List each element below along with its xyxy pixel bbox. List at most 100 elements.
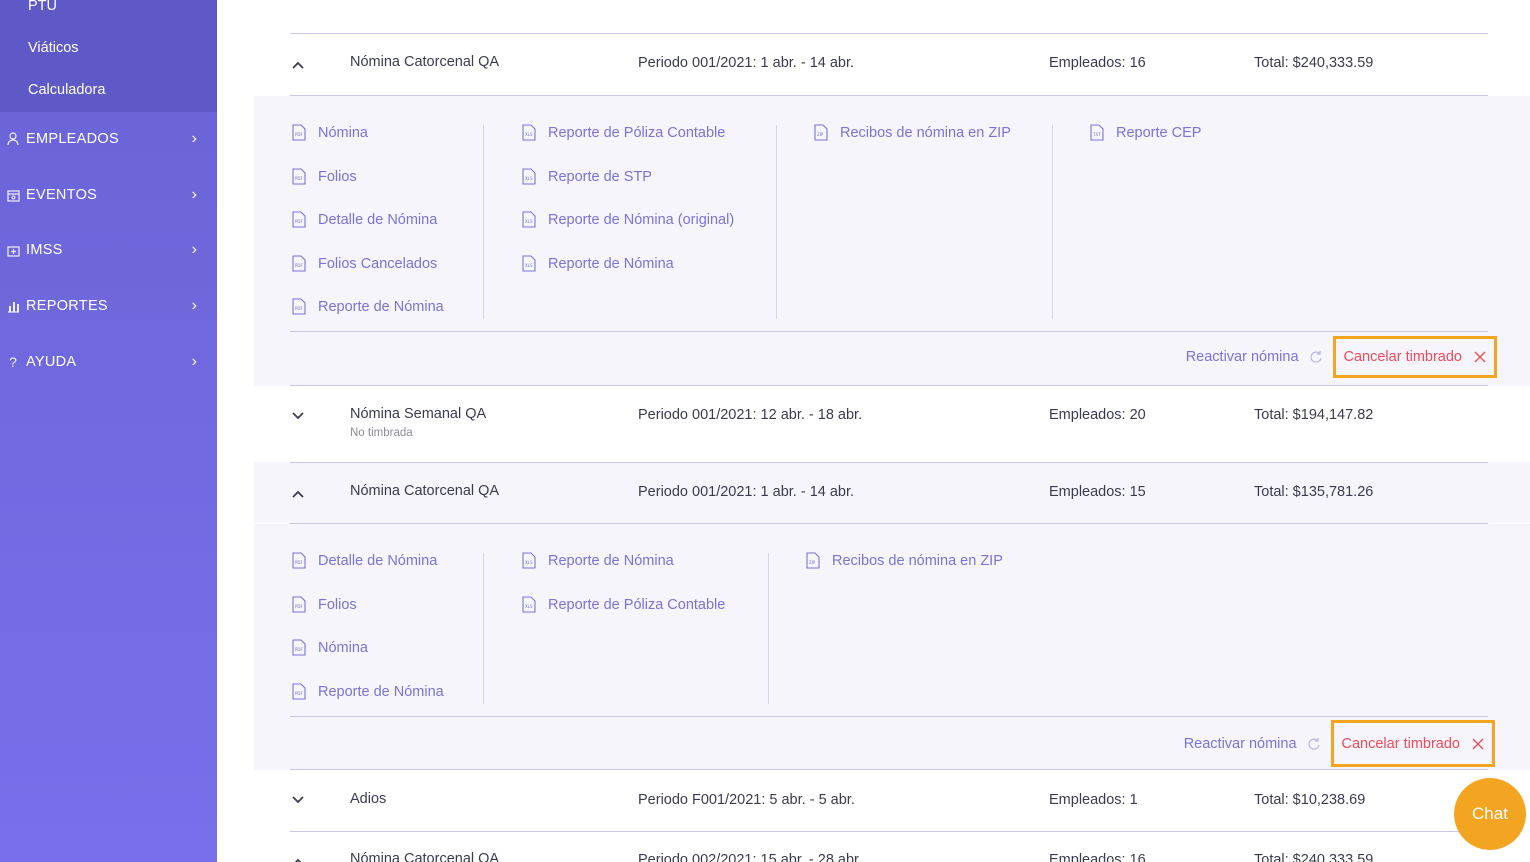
pdf-file-icon: PDF (292, 298, 306, 315)
download-link[interactable]: ZIP Recibos de nómina en ZIP (814, 124, 1011, 141)
sidebar-item-label: AYUDA (26, 354, 77, 370)
payroll-row[interactable]: Nómina Semanal QA No timbrada Periodo 00… (254, 386, 1530, 462)
download-link[interactable]: PDF Reporte de Nómina (292, 683, 444, 700)
svg-text:PDF: PDF (295, 263, 303, 268)
download-link-label: Reporte de Póliza Contable (548, 596, 726, 613)
payroll-row[interactable]: Nómina Catorcenal QA Periodo 002/2021: 1… (254, 832, 1530, 862)
sidebar-item-empleados[interactable]: EMPLEADOS › (0, 117, 217, 161)
xls-file-icon: XLS (522, 255, 536, 272)
download-link-label: Nómina (318, 124, 368, 141)
payroll-name: Nómina Catorcenal QA (350, 851, 500, 862)
download-link-label: Reporte de Nómina (548, 552, 674, 569)
chevron-up-icon[interactable] (290, 57, 306, 73)
download-link-label: Nómina (318, 639, 368, 656)
svg-text:XLS: XLS (525, 132, 533, 137)
column-divider (776, 125, 777, 319)
download-link[interactable]: PDF Nómina (292, 124, 368, 141)
payroll-actions: Reactivar nómina Cancelar timbrado (1186, 336, 1497, 378)
cancel-stamp-button[interactable]: Cancelar timbrado (1330, 720, 1495, 767)
download-link[interactable]: XLS Reporte de Nómina (522, 255, 674, 272)
download-link[interactable]: PDF Detalle de Nómina (292, 552, 437, 569)
svg-text:XLS: XLS (525, 219, 533, 224)
chevron-right-icon: › (191, 130, 197, 147)
sidebar-subitem-calculadora[interactable]: Calculadora (28, 82, 105, 98)
bar-chart-icon (0, 300, 26, 313)
chat-button[interactable]: Chat (1454, 778, 1526, 850)
divider (290, 716, 1488, 717)
cancel-stamp-button[interactable]: Cancelar timbrado (1332, 336, 1497, 378)
svg-text:XLS: XLS (525, 560, 533, 565)
payroll-downloads-panel: PDF Detalle de Nómina PDF Folios PDF Nómina… (254, 524, 1530, 770)
svg-text:PDF: PDF (295, 176, 303, 181)
payroll-row[interactable]: Nómina Catorcenal QA Periodo 001/2021: 1… (254, 34, 1530, 95)
payroll-period: Periodo F001/2021: 5 abr. - 5 abr. (638, 792, 855, 808)
cancel-stamp-label: Cancelar timbrado (1341, 735, 1460, 752)
pdf-file-icon: PDF (292, 639, 306, 656)
column-divider (768, 553, 769, 704)
payroll-period: Periodo 002/2021: 15 abr. - 28 abr. (638, 852, 863, 862)
reactivate-payroll-button[interactable]: Reactivar nómina (1184, 736, 1321, 752)
download-link[interactable]: XLS Reporte de Nómina (original) (522, 211, 734, 228)
payroll-employees: Empleados: 15 (1049, 484, 1146, 500)
payroll-total: Total: $194,147.82 (1254, 407, 1374, 423)
sidebar-subitem-viaticos[interactable]: Viáticos (28, 40, 79, 56)
payroll-row[interactable]: Nómina Catorcenal QA Periodo 001/2021: 1… (254, 462, 1530, 523)
svg-text:PDF: PDF (295, 691, 303, 696)
column-divider (1052, 125, 1053, 319)
svg-text:ZIP: ZIP (817, 132, 824, 137)
svg-text:ZIP: ZIP (809, 560, 816, 565)
sidebar-item-ayuda[interactable]: ? AYUDA › (0, 340, 217, 384)
download-link[interactable]: PDF Folios Cancelados (292, 255, 437, 272)
download-link[interactable]: PDF Folios (292, 168, 357, 185)
download-link-label: Reporte de Nómina (original) (548, 211, 735, 228)
chevron-down-icon[interactable] (290, 408, 306, 424)
download-link[interactable]: XLS Reporte de Póliza Contable (522, 596, 725, 613)
payroll-row[interactable]: Adios Periodo F001/2021: 5 abr. - 5 abr.… (254, 770, 1530, 831)
sidebar-item-imss[interactable]: IMSS › (0, 228, 217, 272)
sidebar-submenu: PTU Viáticos Calculadora (0, 0, 217, 112)
chevron-up-icon[interactable] (290, 486, 306, 502)
payroll-name: Nómina Catorcenal QA (350, 483, 500, 499)
payroll-total: Total: $240,333.59 (1254, 55, 1374, 71)
payroll-period: Periodo 001/2021: 12 abr. - 18 abr. (638, 407, 863, 423)
download-link[interactable]: PDF Detalle de Nómina (292, 211, 437, 228)
sidebar-item-eventos[interactable]: EVENTOS › (0, 173, 217, 217)
download-link-label: Folios (318, 596, 357, 613)
chevron-right-icon: › (191, 186, 197, 203)
download-link[interactable]: PDF Nómina (292, 639, 368, 656)
svg-text:PDF: PDF (295, 132, 303, 137)
chevron-right-icon: › (191, 353, 197, 370)
download-link[interactable]: ZIP Recibos de nómina en ZIP (806, 552, 1003, 569)
svg-text:PDF: PDF (295, 560, 303, 565)
download-link-label: Reporte de Nómina (548, 255, 674, 272)
svg-text:XLS: XLS (525, 263, 533, 268)
payroll-name: Nómina Semanal QA (350, 406, 487, 422)
download-link-label: Recibos de nómina en ZIP (832, 552, 1003, 569)
chevron-down-icon[interactable] (290, 792, 306, 808)
chevron-up-icon[interactable] (290, 854, 306, 862)
sidebar-item-reportes[interactable]: REPORTES › (0, 284, 217, 328)
payroll-list: Nómina Catorcenal QA Periodo 001/2021: 1… (254, 0, 1530, 862)
sidebar-item-label: REPORTES (26, 298, 108, 314)
download-link[interactable]: XLS Reporte de STP (522, 168, 652, 185)
download-link[interactable]: TXT Reporte CEP (1090, 124, 1201, 141)
sidebar: PTU Viáticos Calculadora EMPLEADOS › EVE… (0, 0, 217, 862)
download-link[interactable]: XLS Reporte de Nómina (522, 552, 674, 569)
xls-file-icon: XLS (522, 596, 536, 613)
download-link-label: Recibos de nómina en ZIP (840, 124, 1011, 141)
download-link-label: Reporte de Póliza Contable (548, 124, 726, 141)
download-link[interactable]: PDF Reporte de Nómina (292, 298, 444, 315)
sidebar-item-label: IMSS (26, 242, 63, 258)
reactivate-payroll-button[interactable]: Reactivar nómina (1186, 349, 1323, 365)
reactivate-label: Reactivar nómina (1185, 349, 1299, 365)
xls-file-icon: XLS (522, 124, 536, 141)
user-icon (0, 132, 26, 146)
download-link[interactable]: XLS Reporte de Póliza Contable (522, 124, 725, 141)
download-link[interactable]: PDF Folios (292, 596, 357, 613)
close-icon (1472, 738, 1484, 749)
payroll-name: Nómina Catorcenal QA (350, 54, 500, 70)
xls-file-icon: XLS (522, 168, 536, 185)
download-link-label: Detalle de Nómina (318, 211, 438, 228)
divider (290, 462, 1488, 463)
sidebar-subitem-ptu[interactable]: PTU (28, 0, 57, 14)
